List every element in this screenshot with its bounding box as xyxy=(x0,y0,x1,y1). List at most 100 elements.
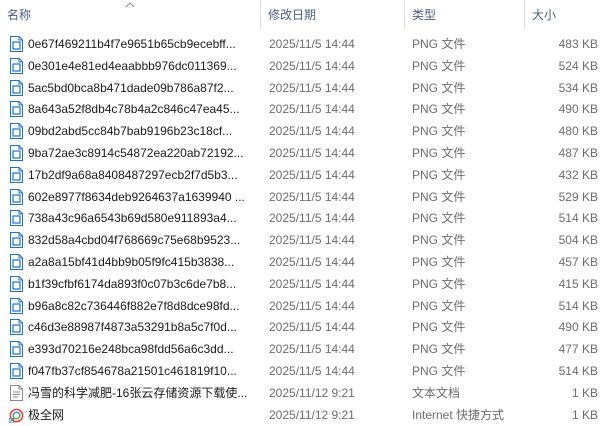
file-name: 17b2df9a68a8408487297ecb2f7d5b3... xyxy=(28,167,238,182)
png-file-icon xyxy=(10,36,23,52)
file-modified-date: 2025/11/5 14:44 xyxy=(269,363,355,378)
file-modified-date: 2025/11/5 14:44 xyxy=(269,233,355,248)
file-type: PNG 文件 xyxy=(412,145,466,160)
file-name: f047fb37cf854678a21501c461819f10... xyxy=(28,363,237,378)
file-type: PNG 文件 xyxy=(412,167,466,182)
file-row[interactable]: 09bd2abd5cc84b7bab9196b23c18cf... 2025/11… xyxy=(0,120,604,142)
file-row[interactable]: e393d70216e248bca98fdd56a6c3dd... 2025/11… xyxy=(0,338,604,360)
png-file-icon xyxy=(10,166,23,183)
file-type: PNG 文件 xyxy=(412,276,466,291)
file-type: PNG 文件 xyxy=(412,80,466,95)
file-modified-date: 2025/11/5 14:44 xyxy=(269,254,355,269)
file-type: PNG 文件 xyxy=(412,102,466,117)
file-name: e393d70216e248bca98fdd56a6c3dd... xyxy=(28,342,234,357)
file-size: 477 KB xyxy=(558,342,598,357)
file-size: 480 KB xyxy=(558,124,598,139)
file-row[interactable]: 738a43c96a6543b69d580e911893a4... 2025/11… xyxy=(0,207,604,229)
png-file-icon xyxy=(10,101,23,118)
file-row[interactable]: 0e67f469211b4f7e9651b65cb9ecebff... 2025/… xyxy=(0,33,604,55)
png-file-icon xyxy=(10,232,23,249)
file-modified-date: 2025/11/5 14:44 xyxy=(269,189,355,204)
png-file-icon xyxy=(10,57,23,74)
file-name: 冯雪的科学减肥-16张云存储资源下载使... xyxy=(28,385,248,400)
file-type: 文本文档 xyxy=(412,385,461,400)
png-file-icon xyxy=(10,275,23,292)
file-name: 9ba72ae3c8914c54872ea220ab72192... xyxy=(28,145,244,160)
file-name: a2a8a15bf41d4bb9b05f9fc415b3838... xyxy=(28,254,235,269)
file-size: 1 KB xyxy=(571,385,598,400)
png-file-icon xyxy=(10,341,23,358)
png-file-icon xyxy=(10,297,23,314)
png-file-icon xyxy=(10,210,23,227)
file-row[interactable]: a2a8a15bf41d4bb9b05f9fc415b3838... 2025/1… xyxy=(0,251,604,273)
file-modified-date: 2025/11/5 14:44 xyxy=(269,145,355,160)
file-row[interactable]: 602e8977f8634deb9264637a1639940 ... 2025/… xyxy=(0,186,604,208)
file-modified-date: 2025/11/5 14:44 xyxy=(269,80,355,95)
file-name: 0e301e4e81ed4eaabbb976dc011369... xyxy=(28,58,237,73)
sort-ascending-icon xyxy=(125,2,135,8)
file-type: PNG 文件 xyxy=(412,189,466,204)
file-type: PNG 文件 xyxy=(412,320,466,335)
file-row[interactable]: f047fb37cf854678a21501c461819f10... 2025/… xyxy=(0,360,604,382)
file-modified-date: 2025/11/5 14:44 xyxy=(269,124,355,139)
file-size: 1 KB xyxy=(571,407,598,422)
file-type: Internet 快捷方式 xyxy=(412,407,505,422)
png-file-icon xyxy=(10,144,23,161)
file-name: 极全网 xyxy=(28,407,65,422)
file-name: b1f39cfbf6174da893f0c07b3c6de7b8... xyxy=(28,276,237,291)
file-modified-date: 2025/11/5 14:44 xyxy=(269,276,355,291)
file-type: PNG 文件 xyxy=(412,211,466,226)
column-header-type[interactable]: 类型 xyxy=(404,0,524,30)
column-header-name-label: 名称 xyxy=(7,8,32,22)
file-size: 457 KB xyxy=(558,254,598,269)
file-name: 0e67f469211b4f7e9651b65cb9ecebff... xyxy=(28,37,236,51)
file-row[interactable]: 0e301e4e81ed4eaabbb976dc011369... 2025/11… xyxy=(0,55,604,77)
file-name: c46d3e88987f4873a53291b8a5c7f0d... xyxy=(28,320,237,335)
file-modified-date: 2025/11/5 14:44 xyxy=(269,211,355,226)
text-file-icon xyxy=(10,384,23,401)
file-type: PNG 文件 xyxy=(412,254,466,269)
file-name: 602e8977f8634deb9264637a1639940 ... xyxy=(28,189,245,204)
file-modified-date: 2025/11/5 14:44 xyxy=(269,58,355,73)
png-file-icon xyxy=(10,319,23,336)
file-modified-date: 2025/11/5 14:44 xyxy=(269,37,355,51)
file-modified-date: 2025/11/5 14:44 xyxy=(269,298,355,313)
file-row[interactable]: c46d3e88987f4873a53291b8a5c7f0d... 2025/1… xyxy=(0,316,604,338)
column-header-modified[interactable]: 修改日期 xyxy=(260,0,404,30)
file-type: PNG 文件 xyxy=(412,298,466,313)
file-type: PNG 文件 xyxy=(412,37,466,51)
file-type: PNG 文件 xyxy=(412,363,466,378)
file-modified-date: 2025/11/5 14:44 xyxy=(269,342,355,357)
file-size: 514 KB xyxy=(558,211,598,226)
png-file-icon xyxy=(10,188,23,205)
file-name: 8a643a52f8db4c78b4a2c846c47ea45... xyxy=(28,102,240,117)
column-header-size[interactable]: 大小 xyxy=(524,0,604,30)
file-size: 524 KB xyxy=(558,58,598,73)
column-header-row: 名称 修改日期 类型 大小 xyxy=(0,0,604,30)
file-modified-date: 2025/11/5 14:44 xyxy=(269,167,355,182)
file-row[interactable]: 832d58a4cbd04f768669c75e68b9523... 2025/1… xyxy=(0,229,604,251)
file-row[interactable]: b96a8c82c736446f882e7f8d8dce98fd... 2025/… xyxy=(0,295,604,317)
file-list: 0e67f469211b4f7e9651b65cb9ecebff... 2025/… xyxy=(0,33,604,425)
file-row[interactable]: 8a643a52f8db4c78b4a2c846c47ea45... 2025/1… xyxy=(0,98,604,120)
file-name: 738a43c96a6543b69d580e911893a4... xyxy=(28,211,237,226)
file-row[interactable]: 17b2df9a68a8408487297ecb2f7d5b3... 2025/1… xyxy=(0,164,604,186)
file-modified-date: 2025/11/5 14:44 xyxy=(269,102,355,117)
file-size: 514 KB xyxy=(558,363,598,378)
file-row[interactable]: 极全网 2025/11/12 9:21 Internet 快捷方式 1 KB xyxy=(0,404,604,426)
file-name: 09bd2abd5cc84b7bab9196b23c18cf... xyxy=(28,124,233,139)
column-header-size-label: 大小 xyxy=(532,8,557,22)
file-size: 490 KB xyxy=(558,320,598,335)
file-size: 504 KB xyxy=(558,233,598,248)
png-file-icon xyxy=(10,79,23,96)
file-name: 832d58a4cbd04f768669c75e68b9523... xyxy=(28,233,241,248)
file-row[interactable]: 9ba72ae3c8914c54872ea220ab72192... 2025/1… xyxy=(0,142,604,164)
file-type: PNG 文件 xyxy=(412,58,466,73)
file-size: 534 KB xyxy=(558,80,598,95)
png-file-icon xyxy=(10,362,23,379)
file-name: 5ac5bd0bca8b471dade09b786a87f2... xyxy=(28,80,234,95)
file-row[interactable]: 冯雪的科学减肥-16张云存储资源下载使... 2025/11/12 9:21 文本文… xyxy=(0,382,604,404)
file-row[interactable]: 5ac5bd0bca8b471dade09b786a87f2... 2025/11… xyxy=(0,77,604,99)
file-name: b96a8c82c736446f882e7f8d8dce98fd... xyxy=(28,298,240,313)
file-row[interactable]: b1f39cfbf6174da893f0c07b3c6de7b8... 2025/… xyxy=(0,273,604,295)
